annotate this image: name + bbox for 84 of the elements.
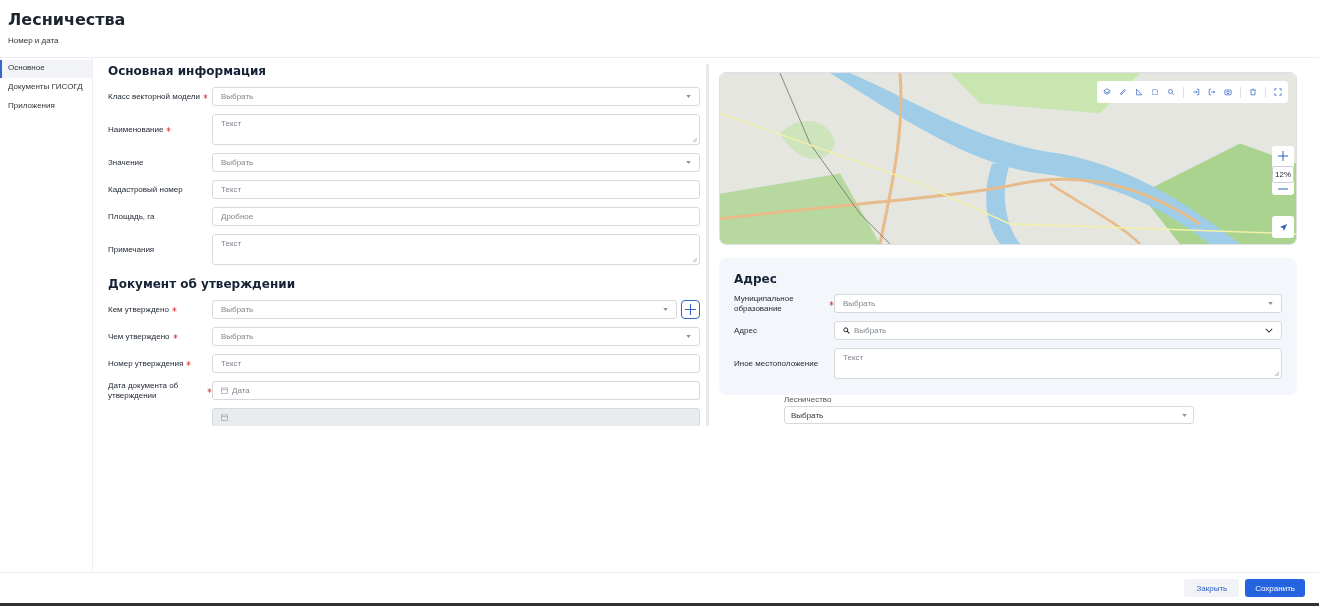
placeholder-text: Текст (221, 359, 242, 368)
placeholder-text: Выбрать (221, 92, 254, 101)
field-label: Чем утверждено (108, 331, 170, 342)
caret-icon (686, 161, 691, 164)
input-field[interactable]: Выбрать (834, 321, 1282, 340)
field-label: Кем утверждено (108, 304, 169, 315)
zoom-in-button[interactable] (1276, 149, 1290, 163)
input-field[interactable]: Выбрать (212, 300, 677, 319)
section-title: Основная информация (108, 64, 268, 78)
select-field[interactable]: Выбрать (784, 406, 1194, 424)
input-field[interactable]: Текст (212, 114, 700, 145)
page-subtitle: Номер и дата (8, 36, 60, 45)
input-field[interactable]: Дата (212, 381, 700, 400)
input-field[interactable]: Выбрать (212, 87, 700, 106)
input-field[interactable]: Дробное (212, 207, 700, 226)
input-field[interactable]: Выбрать (834, 294, 1282, 313)
input-field[interactable]: Текст (834, 348, 1282, 379)
caret-icon (663, 308, 668, 311)
placeholder-text: Выбрать (221, 158, 254, 167)
select-value: Выбрать (791, 410, 824, 420)
input-field[interactable]: Текст (212, 354, 700, 373)
placeholder-text: Выбрать (221, 332, 254, 341)
close-button[interactable]: Закрыть (1184, 579, 1240, 597)
placeholder-text: Выбрать (843, 299, 876, 308)
map[interactable]: 12% (719, 72, 1297, 245)
minus-icon (1278, 188, 1288, 190)
field-label: Кадастровый номер (108, 184, 183, 195)
input-field[interactable]: Текст (212, 180, 700, 199)
calendar-icon (221, 387, 228, 394)
search-icon[interactable] (1167, 88, 1175, 96)
sidebar-item[interactable]: Основное (0, 60, 92, 78)
caret-icon (1182, 413, 1187, 417)
camera-icon[interactable] (1224, 88, 1232, 96)
save-button[interactable]: Сохранить (1245, 579, 1305, 597)
placeholder-text: Текст (221, 239, 242, 248)
input-field[interactable]: Выбрать (212, 153, 700, 172)
layers-icon[interactable] (1103, 88, 1111, 96)
resize-icon (1274, 371, 1279, 376)
caret-icon (686, 95, 691, 98)
trash-icon[interactable] (1249, 88, 1257, 96)
field-label: Значение (108, 157, 144, 168)
pencil-icon[interactable] (1119, 88, 1127, 96)
sidebar-item[interactable]: Документы ГИСОГД (0, 79, 92, 97)
sidebar-item[interactable]: Приложения (0, 98, 92, 116)
field-label: Дата документа об утверждении (108, 380, 180, 401)
login-icon[interactable] (1192, 88, 1200, 96)
field-label: Адрес (734, 325, 757, 336)
field-label: Муниципальное образование (734, 293, 795, 314)
field-label: Номер утверждения (108, 358, 184, 369)
plus-icon (685, 304, 696, 315)
placeholder-text: Текст (843, 353, 864, 362)
section-title: Адрес (734, 272, 778, 286)
fullscreen-icon[interactable] (1274, 88, 1282, 96)
placeholder-text: Дата (232, 386, 250, 395)
plus-icon (1278, 151, 1288, 161)
field-label: Площадь, га (108, 211, 155, 222)
placeholder-text: Дробное (221, 212, 254, 221)
field-label: Иное местоположение (734, 358, 819, 369)
add-button[interactable] (681, 300, 700, 319)
logout-icon[interactable] (1208, 88, 1216, 96)
locate-button[interactable] (1272, 216, 1294, 238)
caret-icon (1268, 302, 1273, 305)
input-field[interactable]: Текст (212, 234, 700, 265)
placeholder-text: Текст (221, 185, 242, 194)
chevron-down-icon (1265, 328, 1273, 333)
page-title: Лесничества (8, 10, 127, 29)
navigation-arrow-icon (1278, 222, 1288, 232)
field-label: Примечания (108, 244, 155, 255)
placeholder-text: Выбрать (854, 326, 887, 335)
placeholder-text: Текст (221, 119, 242, 128)
field-label: Лесничество (784, 395, 833, 404)
field-label: Класс векторной модели (108, 91, 200, 102)
zoom-out-button[interactable] (1276, 186, 1290, 192)
resize-icon (692, 137, 697, 142)
field-label: Наименование (108, 124, 164, 135)
calendar-icon (221, 414, 228, 421)
resize-icon (692, 257, 697, 262)
zoom-level: 12% (1272, 166, 1294, 183)
placeholder-text: Выбрать (221, 305, 254, 314)
input-field[interactable]: Выбрать (212, 327, 700, 346)
section-title: Документ об утверждении (108, 277, 297, 291)
caret-icon (686, 335, 691, 338)
search-icon (843, 327, 850, 334)
ruler-icon[interactable] (1135, 88, 1143, 96)
